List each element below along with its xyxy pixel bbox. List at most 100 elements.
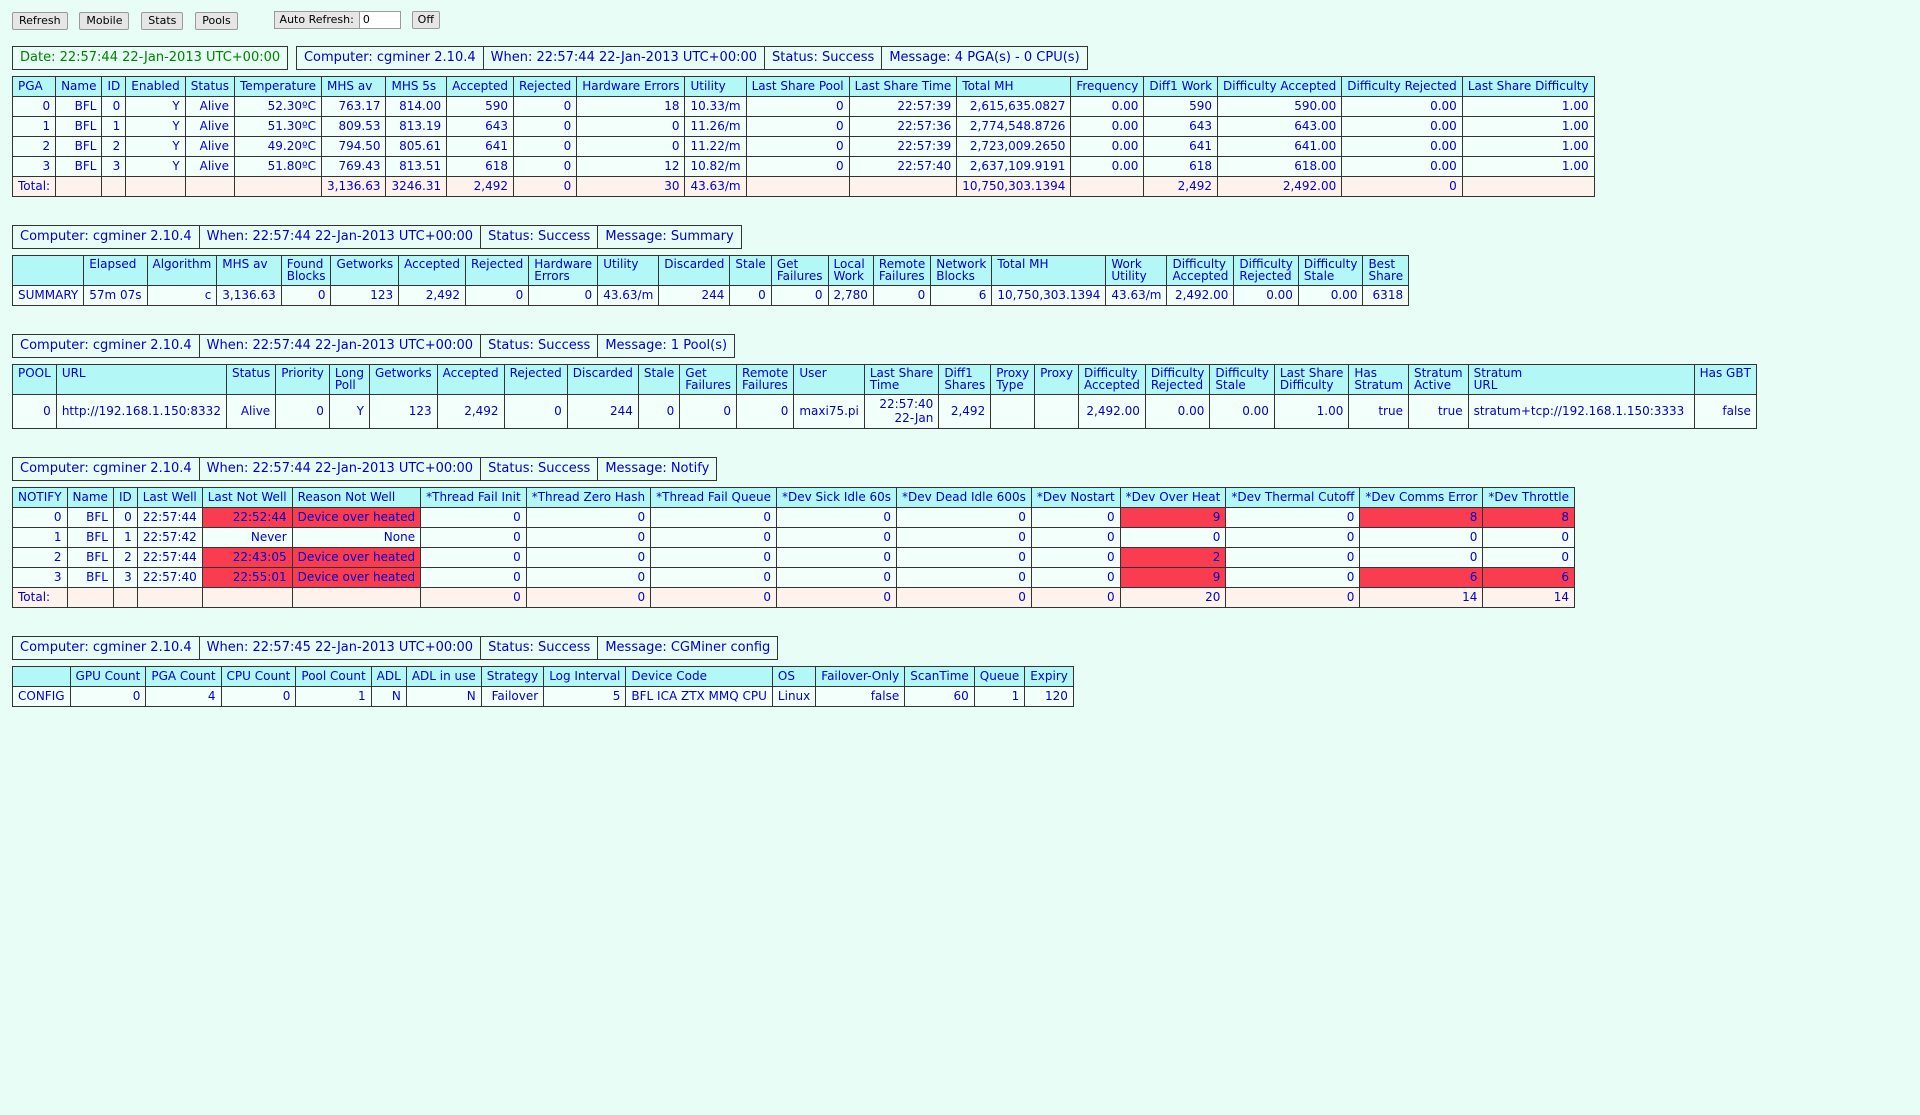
table-cell: 643 (1144, 116, 1219, 137)
table-cell: 769.43 (322, 156, 387, 177)
table-cell: 0 (526, 507, 652, 528)
table-cell: 0 (651, 507, 777, 528)
pool-section-header: Computer: cgminer 2.10.4 When: 22:57:44 2… (12, 333, 736, 358)
table-cell: 1 (13, 116, 57, 137)
table-cell: 2,492.00 (1218, 176, 1343, 196)
table-cell: 0 (514, 176, 578, 196)
mobile-button[interactable]: Mobile (79, 11, 130, 30)
table-cell: 2,723,009.2650 (957, 136, 1072, 157)
table-cell: Alive (185, 156, 236, 177)
table-cell: 244 (659, 285, 731, 305)
table-cell: 52.30ºC (235, 96, 323, 117)
table-cell: 809.53 (322, 116, 387, 137)
pool-table: POOL URL Status Priority Long Poll Getworks Acc… (12, 363, 1757, 429)
table-cell: false (1694, 394, 1756, 428)
table-cell (67, 587, 114, 607)
table-cell: 590.00 (1218, 96, 1343, 117)
table-cell: 0 (577, 116, 686, 137)
table-cell: 1.00 (1462, 136, 1594, 157)
column-header: Diff1 Shares (939, 364, 992, 395)
table-cell: 0 (281, 285, 332, 305)
table-cell: 0 (737, 394, 795, 428)
table-cell: 0.00 (1071, 116, 1145, 137)
table-cell: 0 (1031, 547, 1121, 568)
table-cell: 22:57:39 (849, 96, 958, 117)
notify-status: Status: Success (481, 457, 599, 480)
table-cell: 641 (447, 136, 514, 157)
table-cell: 0 (466, 285, 530, 305)
table-cell: 2 (113, 547, 138, 568)
table-cell: 6318 (1363, 285, 1409, 305)
column-header: POOL (13, 364, 57, 395)
table-cell: 618 (447, 156, 514, 177)
table-cell: 123 (331, 285, 400, 305)
column-header: Pool Count (296, 666, 372, 687)
table-cell: 49.20ºC (235, 136, 323, 157)
config-status: Status: Success (481, 636, 599, 659)
table-header-row: POOL URL Status Priority Long Poll Getworks Acc… (13, 364, 1756, 395)
table-cell: 0 (504, 394, 568, 428)
column-header: ScanTime (905, 666, 975, 687)
table-cell: 51.80ºC (235, 156, 323, 177)
table-cell: 0 (526, 547, 652, 568)
table-cell: 0 (13, 507, 68, 528)
date-banner: Date: 22:57:44 22-Jan-2013 UTC+00:00 (12, 45, 289, 70)
pga-when: When: 22:57:44 22-Jan-2013 UTC+00:00 (484, 46, 766, 69)
table-cell: BFL (56, 136, 103, 157)
column-header: OS (772, 666, 817, 687)
auto-refresh-off-button[interactable]: Off (411, 11, 440, 29)
table-cell: 3,136.63 (322, 176, 387, 196)
auto-refresh-input[interactable] (358, 11, 401, 29)
column-header: Rejected (504, 364, 568, 395)
table-cell: BFL (56, 96, 103, 117)
table-cell: 0.00 (1071, 136, 1145, 157)
column-header: Last Share Pool (746, 76, 850, 97)
table-cell: 8 (1483, 507, 1575, 528)
column-header: Rejected (514, 76, 578, 97)
table-cell: 10.82/m (685, 156, 747, 177)
table-cell: 0 (421, 547, 527, 568)
column-header: Discarded (659, 255, 731, 286)
table-cell: 22:57:39 (849, 136, 958, 157)
summary-when: When: 22:57:44 22-Jan-2013 UTC+00:00 (200, 225, 482, 248)
table-cell: 22:43:05 (202, 547, 293, 568)
table-cell: 0 (421, 567, 527, 588)
table-cell: 4 (146, 686, 222, 706)
table-cell: 12 (577, 156, 686, 177)
summary-table: Elapsed Algorithm MHS av Found Blocks Getwork… (12, 254, 1410, 306)
column-header: Proxy (1035, 364, 1079, 395)
table-cell: 0 (221, 686, 297, 706)
column-header: Last Share Difficulty (1462, 76, 1594, 97)
table-cell: Alive (226, 394, 277, 428)
table-cell: 641.00 (1218, 136, 1343, 157)
table-cell: 0 (529, 285, 599, 305)
table-cell: 0 (776, 507, 898, 528)
table-cell: 0 (651, 527, 777, 548)
table-cell: 22:57:44 (137, 547, 203, 568)
column-header: Log Interval (544, 666, 627, 687)
table-cell: 43.63/m (598, 285, 660, 305)
column-header: *Dev Nostart (1031, 487, 1121, 508)
pools-button[interactable]: Pools (195, 11, 238, 30)
column-header: Stratum Active (1408, 364, 1469, 395)
table-cell: 0 (1031, 527, 1121, 548)
column-header: ADL (371, 666, 407, 687)
table-cell: 0 (897, 547, 1032, 568)
table-cell: 22:57:44 (137, 507, 203, 528)
table-cell: 0 (113, 507, 138, 528)
column-header: *Dev Thermal Cutoff (1226, 487, 1361, 508)
table-cell: 244 (567, 394, 639, 428)
table-cell: 3,136.63 (217, 285, 282, 305)
refresh-button[interactable]: Refresh (12, 11, 68, 30)
table-cell: true (1408, 394, 1469, 428)
column-header: ADL in use (406, 666, 482, 687)
table-row: 0 BFL 0 Y Alive 52.30ºC 763.17 814.00 590 0 18 10.3… (13, 96, 1594, 117)
table-cell: 22:57:36 (849, 116, 958, 137)
table-cell: 3 (102, 156, 127, 177)
stats-button[interactable]: Stats (141, 11, 184, 30)
table-cell: 22:57:40 22-Jan (864, 394, 940, 428)
pool-computer: Computer: cgminer 2.10.4 (13, 334, 200, 357)
table-cell: c (147, 285, 218, 305)
table-row: 0 http://192.168.1.150:8332 Alive 0 Y 123 2,49… (13, 394, 1756, 428)
table-cell: 0 (13, 394, 57, 428)
